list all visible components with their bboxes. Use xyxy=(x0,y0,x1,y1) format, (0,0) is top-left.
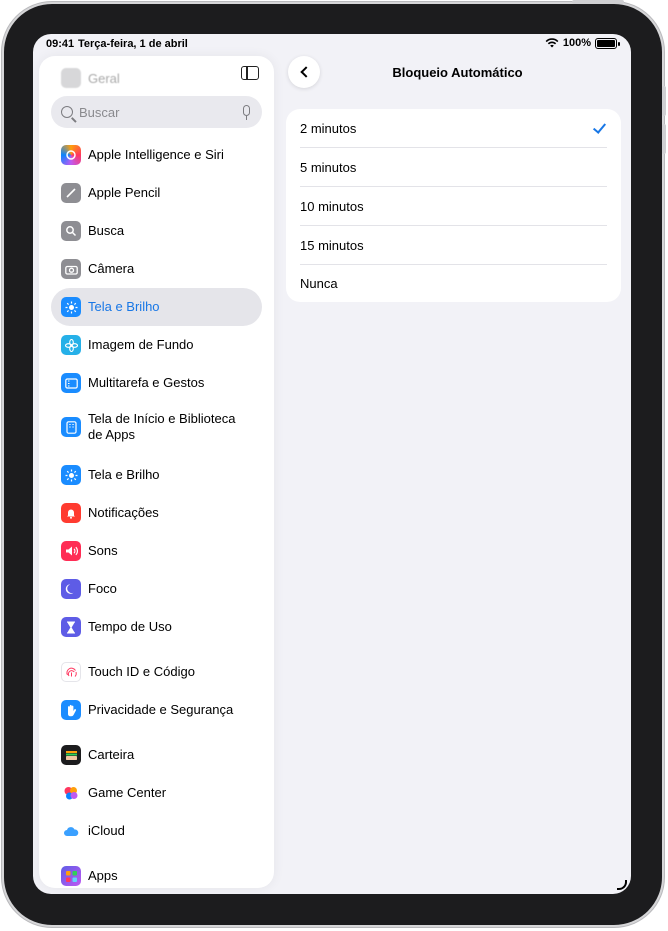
volume-down-button xyxy=(662,124,666,154)
sidebar-item-tela-de-inicio[interactable]: Tela de Início e Biblioteca de Apps xyxy=(51,402,262,452)
sidebar-item-sons[interactable]: Sons xyxy=(51,532,262,570)
battery-percent: 100% xyxy=(562,37,591,49)
cloud-icon xyxy=(61,821,81,841)
status-bar: 09:41 Terça-feira, 1 de abril 100% xyxy=(33,34,631,54)
volume-up-button xyxy=(662,86,666,116)
microphone-icon[interactable] xyxy=(243,105,250,120)
option-2-minutos[interactable]: 2 minutos xyxy=(286,109,621,148)
sidebar-item-apps[interactable]: Apps xyxy=(51,857,262,888)
apps-grid-icon xyxy=(61,866,81,886)
multitask-icon xyxy=(61,373,81,393)
checkmark-icon xyxy=(592,120,607,134)
search-input[interactable] xyxy=(79,104,229,120)
page-title: Bloqueio Automático xyxy=(392,65,523,80)
option-10-minutos[interactable]: 10 minutos xyxy=(286,187,621,226)
sidebar-item-privacidade[interactable]: Privacidade e Segurança xyxy=(51,691,262,729)
sidebar-item-game-center[interactable]: Game Center xyxy=(51,774,262,812)
sidebar-item-apple-intelligence[interactable]: Apple Intelligence e Siri xyxy=(51,136,262,174)
game-center-icon xyxy=(61,783,81,803)
option-nunca[interactable]: Nunca xyxy=(286,264,621,303)
flower-icon xyxy=(61,335,81,355)
search-bar xyxy=(51,96,262,128)
top-button xyxy=(572,0,624,4)
sidebar-toggle-icon[interactable] xyxy=(241,66,259,80)
sun-icon xyxy=(61,297,81,317)
status-date: Terça-feira, 1 de abril xyxy=(78,38,188,50)
hourglass-icon xyxy=(61,617,81,637)
sidebar-item-notificacoes[interactable]: Notificações xyxy=(51,494,262,532)
chevron-left-icon xyxy=(299,66,312,78)
sidebar-item-tela-e-brilho[interactable]: Tela e Brilho xyxy=(51,288,262,326)
sidebar-item-camera[interactable]: Câmera xyxy=(51,250,262,288)
sidebar-item-tela-e-brilho-2[interactable]: Tela e Brilho xyxy=(51,456,262,494)
sidebar-item-geral[interactable]: Geral xyxy=(61,68,120,88)
sidebar-item-carteira[interactable]: Carteira xyxy=(51,736,262,774)
search-icon xyxy=(61,106,73,118)
option-15-minutos[interactable]: 15 minutos xyxy=(286,226,621,265)
sidebar-item-busca[interactable]: Busca xyxy=(51,212,262,250)
hand-icon xyxy=(61,700,81,720)
sidebar-item-imagem-de-fundo[interactable]: Imagem de Fundo xyxy=(51,326,262,364)
search-icon xyxy=(61,221,81,241)
sidebar: Geral Apple Intelligence e Siri Apple Pe… xyxy=(39,56,274,888)
speaker-icon xyxy=(61,541,81,561)
sidebar-item-foco[interactable]: Foco xyxy=(51,570,262,608)
status-time: 09:41 xyxy=(46,38,75,50)
sidebar-item-touch-id[interactable]: Touch ID e Código xyxy=(51,653,262,691)
moon-icon xyxy=(61,579,81,599)
pencil-icon xyxy=(61,183,81,203)
sidebar-item-multitarefa[interactable]: Multitarefa e Gestos xyxy=(51,364,262,402)
battery-icon xyxy=(595,37,620,49)
wallet-icon xyxy=(61,745,81,765)
status-right: 100% xyxy=(545,37,620,49)
option-5-minutos[interactable]: 5 minutos xyxy=(286,148,621,187)
sidebar-item-label: Geral xyxy=(88,70,120,86)
sun-icon xyxy=(61,465,81,485)
resize-corner-icon xyxy=(617,880,627,890)
back-button[interactable] xyxy=(288,56,320,88)
apple-intelligence-icon xyxy=(61,145,81,165)
sidebar-item-apple-pencil[interactable]: Apple Pencil xyxy=(51,174,262,212)
camera-icon xyxy=(61,259,81,279)
home-screen-icon xyxy=(61,417,81,437)
bell-icon xyxy=(61,503,81,523)
auto-lock-options: 2 minutos 5 minutos 10 minutos 15 minuto… xyxy=(286,109,621,302)
sidebar-item-icloud[interactable]: iCloud xyxy=(51,812,262,850)
fingerprint-icon xyxy=(61,662,81,682)
gear-icon xyxy=(61,68,81,88)
wifi-icon xyxy=(545,38,559,48)
sidebar-item-tempo-de-uso[interactable]: Tempo de Uso xyxy=(51,608,262,646)
screen: 09:41 Terça-feira, 1 de abril 100% Geral xyxy=(33,34,631,894)
